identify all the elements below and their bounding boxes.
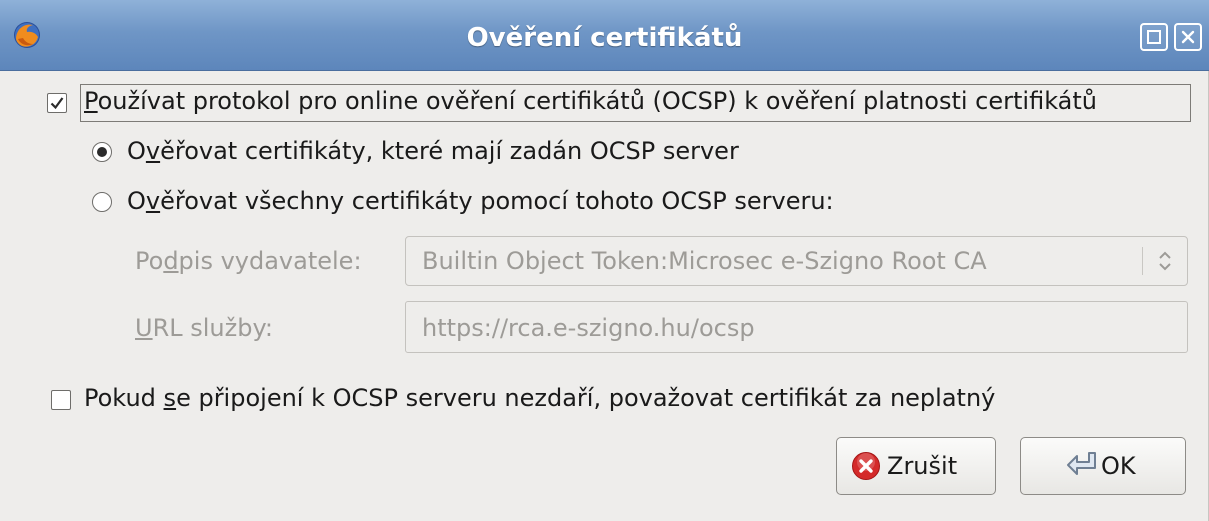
title-bar[interactable]: Ověření certifikátů (0, 0, 1209, 71)
return-arrow-icon (1067, 452, 1096, 475)
verify-with-server-radio[interactable] (92, 142, 112, 162)
signer-select[interactable]: Builtin Object Token:Microsec e-Szigno R… (405, 236, 1188, 286)
dialog-content: Používat protokol pro online ověření cer… (0, 71, 1209, 521)
maximize-button[interactable] (1140, 23, 1168, 51)
use-ocsp-label[interactable]: Používat protokol pro online ověření cer… (84, 87, 1097, 115)
verify-with-server-label[interactable]: Ověřovat certifikáty, které mají zadán O… (127, 137, 739, 165)
treat-invalid-label[interactable]: Pokud se připojení k OCSP serveru nezdař… (84, 384, 995, 412)
combo-separator (1142, 247, 1143, 275)
use-ocsp-checkbox[interactable] (47, 93, 67, 113)
treat-invalid-checkbox[interactable] (51, 390, 71, 410)
close-icon (1181, 30, 1195, 44)
maximize-icon (1147, 30, 1161, 44)
service-url-value: https://rca.e-szigno.hu/ocsp (422, 314, 755, 342)
close-button[interactable] (1174, 23, 1202, 51)
checkmark-icon (50, 97, 64, 110)
verify-all-radio[interactable] (92, 192, 112, 212)
signer-select-value: Builtin Object Token:Microsec e-Szigno R… (422, 247, 987, 275)
verify-all-label[interactable]: Ověřovat všechny certifikáty pomocí toho… (127, 187, 834, 215)
service-url-input[interactable]: https://rca.e-szigno.hu/ocsp (405, 301, 1188, 353)
window-title: Ověření certifikátů (466, 23, 743, 53)
radio-selected-dot (97, 147, 107, 157)
signer-label: Podpis vydavatele: (135, 247, 362, 275)
service-url-label: URL služby: (135, 314, 274, 342)
up-down-chevron-icon (1159, 251, 1171, 271)
ocsp-dialog: Ověření certifikátů Používat protokol pr… (0, 0, 1209, 521)
cancel-button[interactable]: Zrušit (836, 437, 996, 495)
ok-button-label: OK (1101, 452, 1136, 480)
ok-button[interactable]: OK (1020, 437, 1186, 495)
cancel-button-label: Zrušit (887, 452, 958, 480)
red-x-icon (852, 452, 880, 480)
